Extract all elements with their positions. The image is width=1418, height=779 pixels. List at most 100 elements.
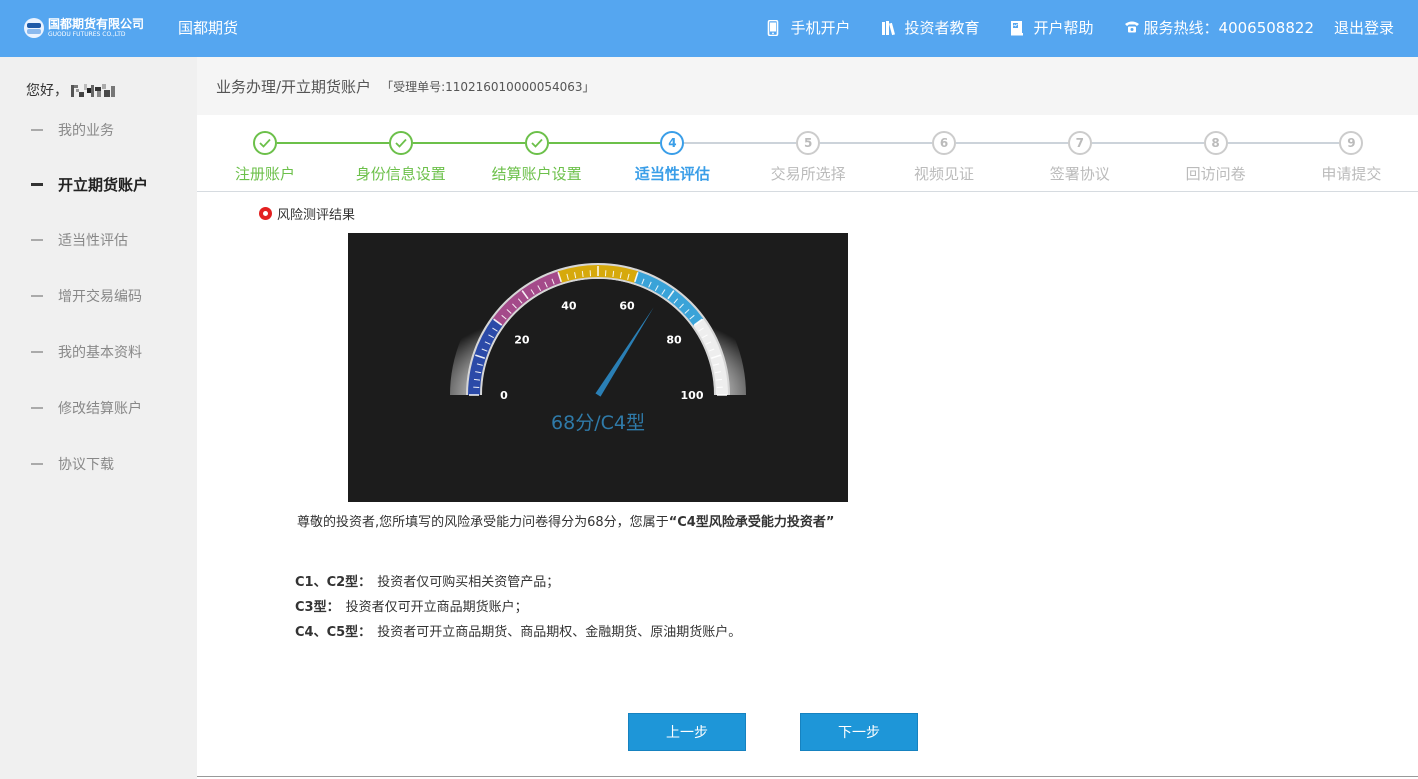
list-item: C3型： 投资者仅可开立商品期货账户； <box>295 595 741 620</box>
logo-en-text: GUODU FUTURES CO.,LTD <box>48 31 126 38</box>
check-icon <box>395 138 407 148</box>
telephone-icon <box>1124 20 1139 36</box>
breadcrumb: 业务办理/开立期货账户 「受理单号:110216010000054063」 <box>197 57 1418 115</box>
nav-account-help[interactable]: 开户帮助 <box>1010 17 1094 38</box>
logout-link[interactable]: 退出登录 <box>1334 17 1394 38</box>
top-header: 国都期货有限公司 GUODU FUTURES CO.,LTD 国都期货 手机开户… <box>0 0 1418 57</box>
sidebar-item-agreement-download[interactable]: 协议下载 <box>0 452 197 476</box>
type-label: C1、C2型： <box>295 575 372 590</box>
next-step-button[interactable]: 下一步 <box>800 713 918 751</box>
nav-service-hotline[interactable]: 服务热线：4006508822 <box>1124 17 1314 38</box>
step-8-circle: 8 <box>1203 131 1228 155</box>
sidebar-item-open-futures-account[interactable]: 开立期货账户 <box>0 172 197 196</box>
step-1-circle <box>253 131 277 155</box>
type-label: C4、C5型： <box>295 625 372 640</box>
gauge-tick-label: 60 <box>619 300 635 313</box>
help-book-icon <box>1010 20 1024 36</box>
dash-icon <box>31 295 43 297</box>
step-6-label: 视频见证 <box>913 165 974 183</box>
step-4-circle: 4 <box>660 131 685 155</box>
gauge-readout: 68分/C4型 <box>551 412 645 434</box>
type-desc: 投资者仅可购买相关资管产品； <box>377 575 560 590</box>
step-3-circle <box>524 131 549 155</box>
prev-step-button[interactable]: 上一步 <box>628 713 746 751</box>
sidebar-item-suitability[interactable]: 适当性评估 <box>0 228 197 252</box>
dash-icon <box>31 129 43 131</box>
step-4-label: 适当性评估 <box>634 165 710 183</box>
user-greeting: 您好， <box>26 80 119 100</box>
nav-mobile-account[interactable]: 手机开户 <box>767 17 851 38</box>
nav-investor-education[interactable]: 投资者教育 <box>881 17 980 38</box>
books-icon <box>881 20 895 36</box>
company-logo[interactable]: 国都期货有限公司 GUODU FUTURES CO.,LTD <box>24 16 144 40</box>
sidebar-item-my-business[interactable]: 我的业务 <box>0 118 197 142</box>
gauge-tick-label: 40 <box>561 300 577 313</box>
bullet-icon <box>259 207 272 220</box>
step-1-label: 注册账户 <box>234 165 295 183</box>
dash-icon <box>31 239 43 241</box>
step-2-circle <box>388 131 413 155</box>
nav-service-hotline-label: 服务热线：4006508822 <box>1143 19 1314 37</box>
step-7-circle: 7 <box>1067 131 1092 155</box>
step-connector <box>412 142 525 144</box>
logout-label: 退出登录 <box>1333 19 1394 37</box>
dash-icon <box>31 351 43 353</box>
result-type: “C4型风险承受能力投资者” <box>668 515 835 530</box>
nav-account-help-label: 开户帮助 <box>1033 19 1094 37</box>
greeting-text: 您好， <box>26 83 68 99</box>
nav-investor-education-label: 投资者教育 <box>904 19 980 37</box>
sidebar-item-label: 协议下载 <box>58 457 114 473</box>
sidebar-item-trading-code[interactable]: 增开交易编码 <box>0 284 197 308</box>
phone-icon <box>767 19 781 36</box>
step-connector <box>548 142 661 144</box>
nav-mobile-account-label: 手机开户 <box>790 19 851 37</box>
sidebar: 您好， 我的业务 开立期货账户 适当性评估 增开交易编码 我的基本资料 修改结算… <box>0 57 197 779</box>
step-7-label: 签署协议 <box>1049 165 1110 183</box>
sidebar-item-settlement-account[interactable]: 修改结算账户 <box>0 396 197 420</box>
check-icon <box>259 138 271 148</box>
step-8-label: 回访问卷 <box>1185 165 1246 183</box>
list-item: C4、C5型： 投资者可开立商品期货、商品期权、金融期货、原油期货账户。 <box>295 620 741 645</box>
result-prefix: 尊敬的投资者,您所填写的风险承受能力问卷得分为68分，您属于 <box>297 515 669 530</box>
gauge-tick-label: 0 <box>500 389 508 402</box>
sidebar-item-basic-info[interactable]: 我的基本资料 <box>0 340 197 364</box>
bottom-divider <box>197 776 1418 777</box>
step-6-circle: 6 <box>932 131 956 155</box>
sidebar-item-label: 增开交易编码 <box>58 289 142 305</box>
type-label: C3型： <box>295 600 340 615</box>
risk-gauge: 0 20 40 60 80 100 68分/C4型 <box>348 233 848 502</box>
check-icon <box>530 138 543 148</box>
sidebar-item-label: 修改结算账户 <box>58 401 142 417</box>
sidebar-item-label: 我的基本资料 <box>58 345 142 361</box>
dash-icon <box>31 182 43 186</box>
logo-mark-icon <box>24 18 44 38</box>
step-9-label: 申请提交 <box>1321 165 1382 183</box>
list-item: C1、C2型： 投资者仅可购买相关资管产品； <box>295 570 741 595</box>
ticket-number: 「受理单号:110216010000054063」 <box>381 79 595 94</box>
section-title: 风险测评结果 <box>277 208 356 223</box>
step-connector <box>277 142 389 144</box>
progress-steps: 注册账户 身份信息设置 结算账户设置 4 适当性评估 5 交易所选择 6 视频见证 7 签署协议 8 回… <box>197 115 1418 192</box>
type-desc: 投资者仅可开立商品期货账户； <box>345 600 528 615</box>
sidebar-item-label: 开立期货账户 <box>58 175 149 194</box>
type-desc: 投资者可开立商品期货、商品期权、金融期货、原油期货账户。 <box>377 625 742 640</box>
sidebar-item-label: 我的业务 <box>58 123 114 139</box>
gauge-tick-label: 20 <box>514 334 530 347</box>
gauge-tick-label: 100 <box>681 389 704 402</box>
step-5-label: 交易所选择 <box>770 165 846 183</box>
dash-icon <box>31 407 43 409</box>
logo-cn-text: 国都期货有限公司 <box>48 17 145 31</box>
top-nav: 手机开户 投资者教育 开户帮助 服务热线：4006508822 退出登录 <box>767 17 1394 38</box>
step-3-label: 结算账户设置 <box>491 165 582 183</box>
sidebar-item-label: 适当性评估 <box>58 233 128 249</box>
risk-type-list: C1、C2型： 投资者仅可购买相关资管产品； C3型： 投资者仅可开立商品期货账户；… <box>295 570 741 645</box>
step-connector <box>956 142 1068 144</box>
gauge-chart: 0 20 40 60 80 100 68分/C4型 <box>450 247 746 434</box>
step-2-label: 身份信息设置 <box>355 165 446 183</box>
step-connector <box>820 142 932 144</box>
step-9-circle: 9 <box>1339 131 1364 155</box>
step-connector <box>684 142 797 144</box>
brand-name[interactable]: 国都期货 <box>178 17 238 38</box>
step-connector <box>1227 142 1340 144</box>
gauge-tick-label: 80 <box>666 334 682 347</box>
